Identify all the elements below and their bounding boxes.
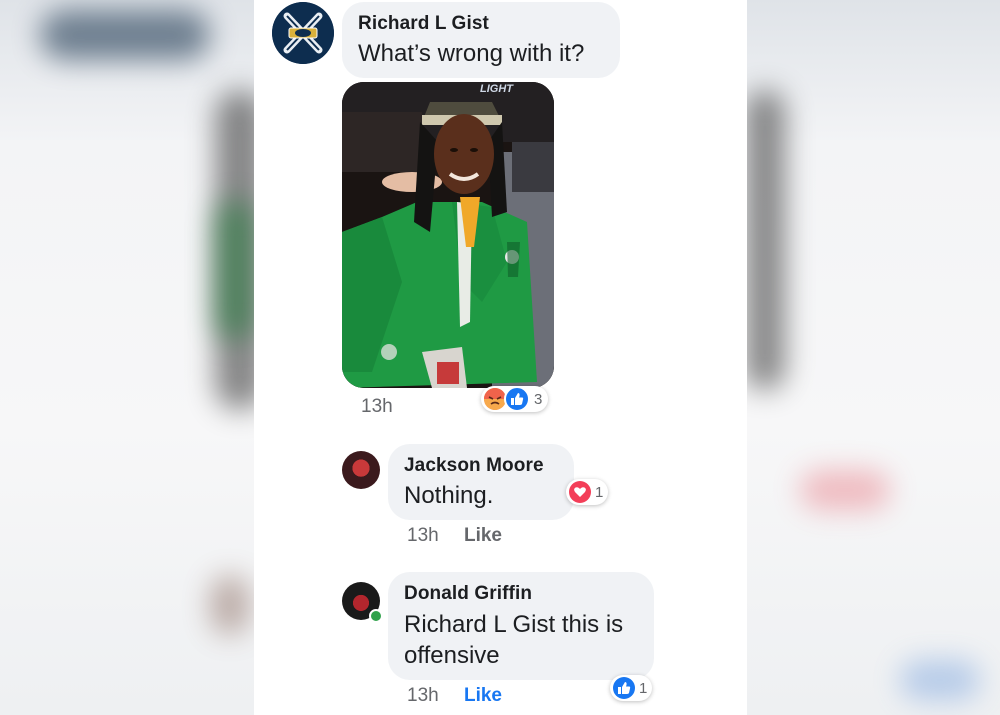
comment-thread: Richard L Gist What’s wrong with it? LIG… [254,0,747,715]
team-logo-icon [272,2,334,64]
photo-image: LIGHT [342,82,554,388]
photo-logo-text: LIGHT [480,83,514,95]
reaction-summary[interactable]: 3 [481,386,549,412]
comment-author[interactable]: Richard L Gist [358,12,604,36]
reaction-count: 1 [639,679,648,697]
background-blur-shape [210,575,250,635]
comment-meta: 13h Like [407,685,502,707]
comment-meta: 13h Like [407,525,502,547]
comment-bubble: Richard L Gist What’s wrong with it? [342,2,620,78]
online-status-indicator [369,609,383,623]
like-icon [504,386,530,412]
comment-timestamp[interactable]: 13h [361,396,393,417]
angry-icon [484,388,506,410]
background-blur-shape [745,90,785,390]
reaction-count: 1 [595,483,604,501]
like-button[interactable]: Like [464,685,502,706]
like-icon [613,677,635,699]
like-button[interactable]: Like [464,525,502,546]
comment-text: Richard L Gist this is offensive [404,611,624,669]
comment-timestamp[interactable]: 13h [407,685,439,706]
comment-timestamp[interactable]: 13h [407,525,439,546]
comment-text: Nothing. [404,482,494,509]
avatar-jackson-moore[interactable] [342,451,380,489]
comment-author[interactable]: Jackson Moore [404,454,558,478]
background-blur-shape [900,660,980,700]
comment-photo[interactable]: LIGHT [342,82,554,388]
comment-bubble: Donald Griffin Richard L Gist this is of… [388,572,654,680]
reaction-count: 3 [534,390,543,408]
reaction-summary[interactable]: 1 [610,675,653,701]
background-blur-shape [800,470,890,510]
love-icon [569,481,591,503]
background-blur-shape [215,200,255,340]
reaction-summary[interactable]: 1 [566,479,609,505]
background-blur-shape [40,10,210,60]
comment-text: What’s wrong with it? [358,40,585,67]
comment-author[interactable]: Donald Griffin [404,582,638,606]
comment-meta: 13h [361,396,393,418]
avatar-richard-l-gist[interactable] [272,2,334,64]
comment-bubble: Jackson Moore Nothing. [388,444,574,520]
